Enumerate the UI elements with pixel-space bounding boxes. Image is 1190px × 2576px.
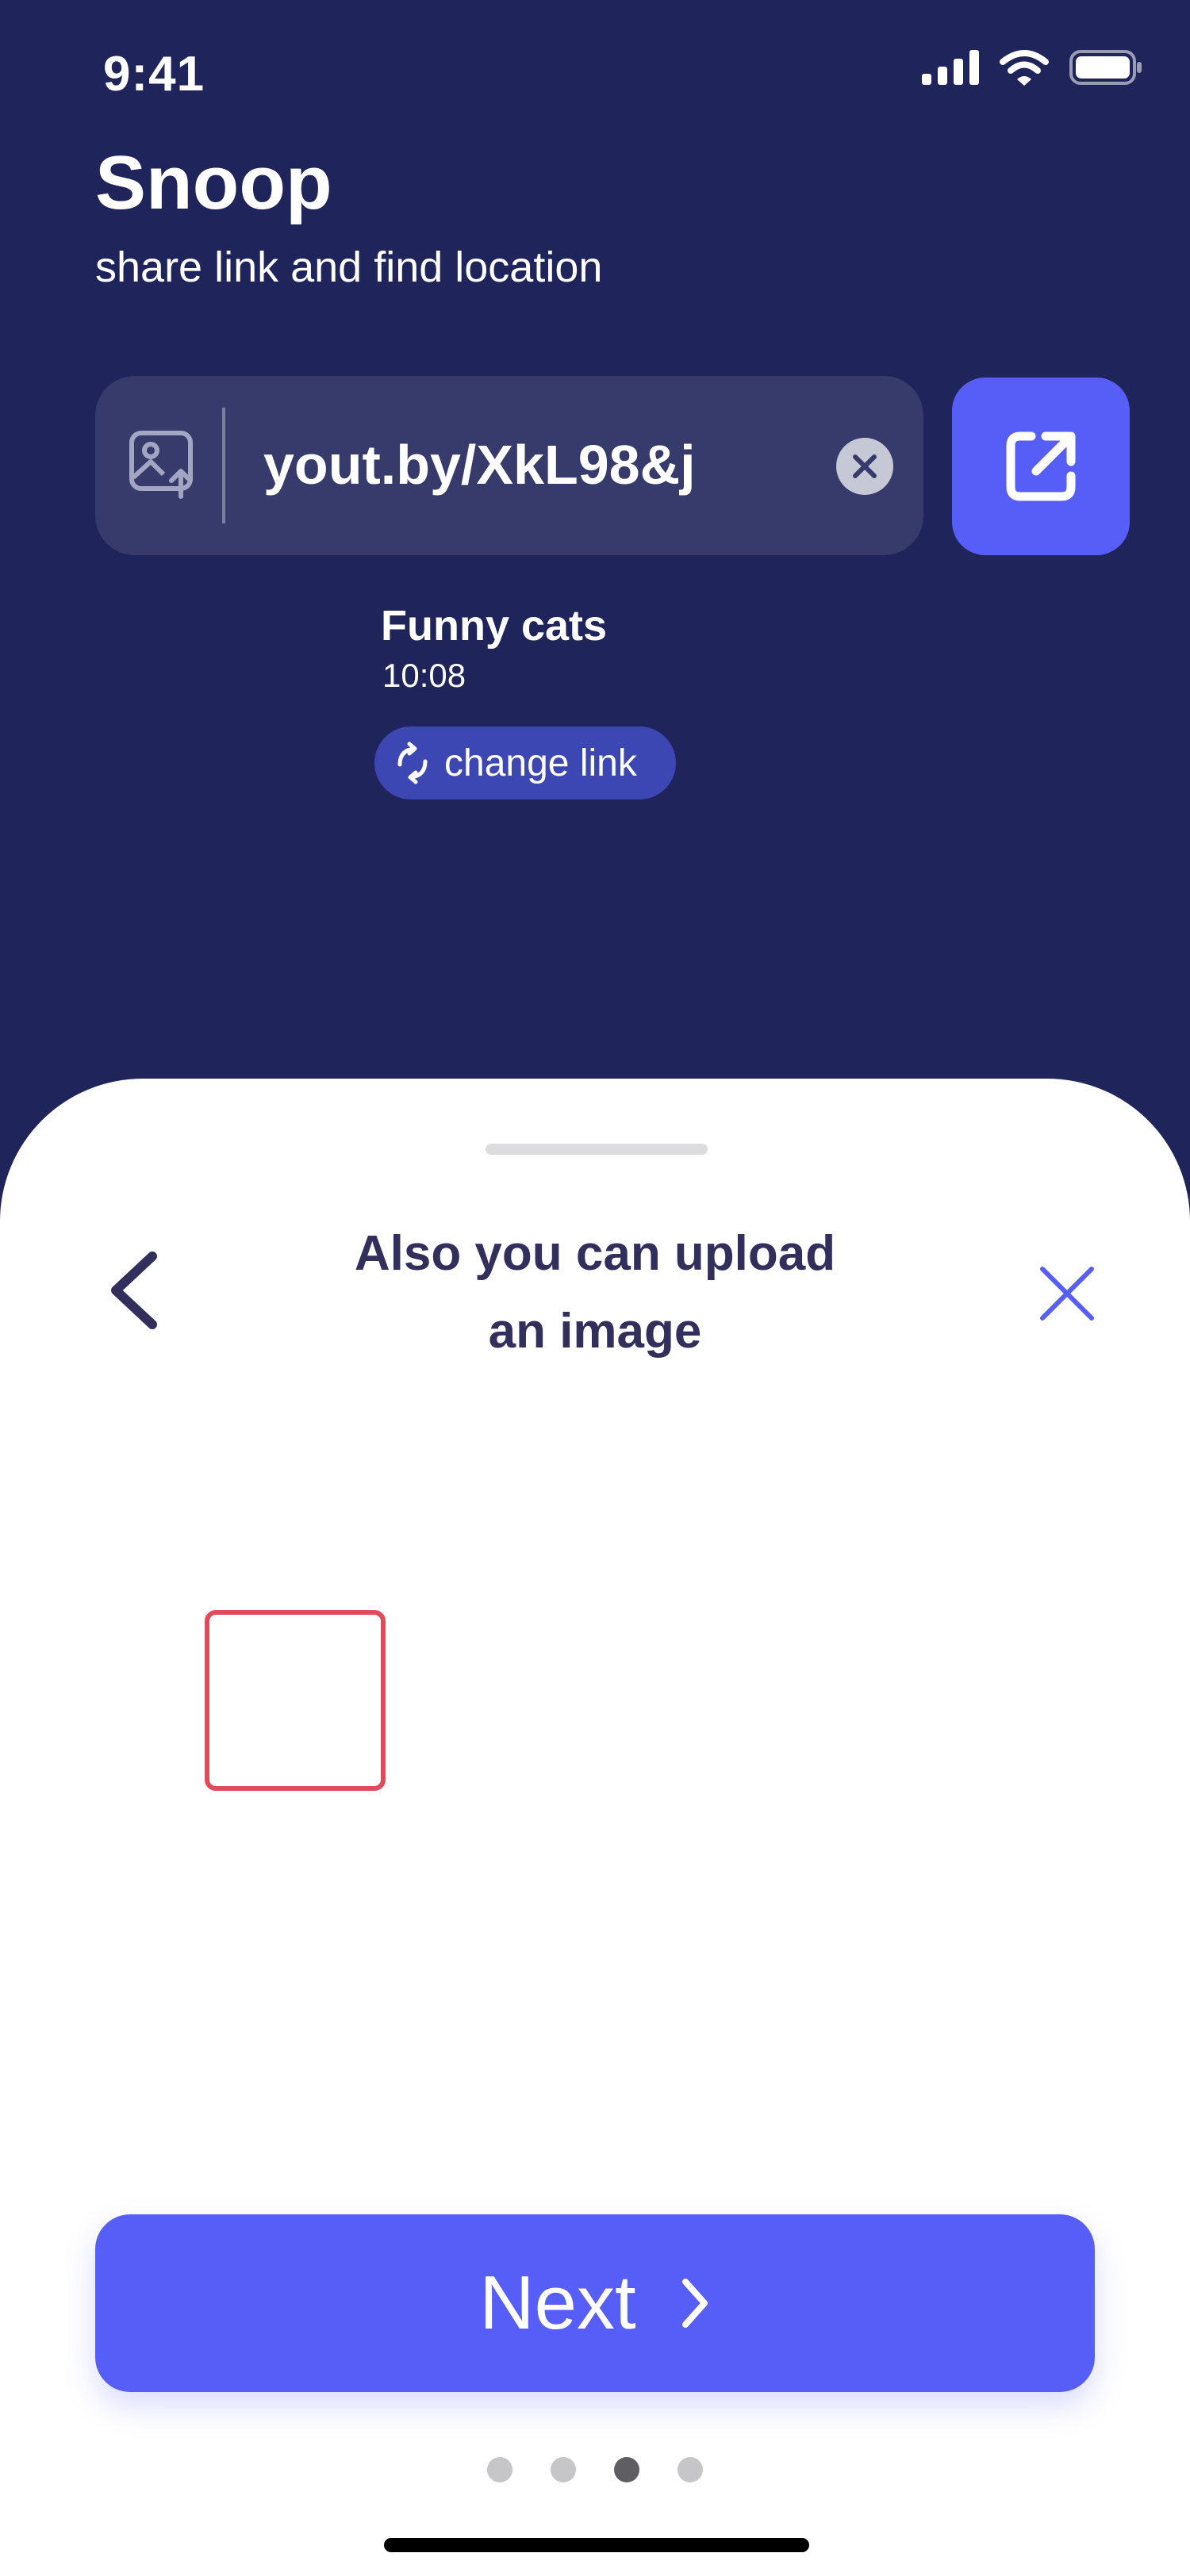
status-time: 9:41 xyxy=(103,47,205,102)
open-link-button[interactable] xyxy=(952,378,1130,555)
field-divider xyxy=(222,408,225,523)
pagination-dot xyxy=(551,2457,576,2482)
chevron-left-icon xyxy=(111,1252,157,1329)
external-link-icon xyxy=(1006,431,1076,501)
pagination-dot xyxy=(614,2457,639,2482)
clear-button[interactable] xyxy=(836,438,893,495)
image-upload-area[interactable] xyxy=(205,1610,386,1791)
refresh-icon xyxy=(397,742,428,784)
screen: 9:41 Snoop share link and find location xyxy=(0,0,1190,2576)
cellular-signal-icon xyxy=(922,50,979,85)
change-link-label: change link xyxy=(444,742,637,784)
pagination-dots xyxy=(487,2457,703,2482)
next-button[interactable]: Next xyxy=(95,2214,1095,2392)
image-upload-icon[interactable] xyxy=(127,428,198,500)
status-icons xyxy=(922,49,1142,86)
sheet-title-line-2: an image xyxy=(488,1304,702,1359)
pagination-dot xyxy=(487,2457,512,2482)
app-subtitle: share link and find location xyxy=(95,243,603,291)
app-title: Snoop xyxy=(95,140,332,225)
video-title: Funny cats xyxy=(381,602,608,650)
home-indicator xyxy=(384,2538,809,2552)
sheet-title-line-1: Also you can upload xyxy=(354,1226,836,1281)
close-icon xyxy=(1040,1267,1094,1321)
pagination-dot xyxy=(678,2457,703,2482)
sheet-title: Also you can upload an image xyxy=(278,1215,912,1370)
link-input-field[interactable]: yout.by/XkL98&j xyxy=(95,376,923,555)
sheet-drag-handle[interactable] xyxy=(486,1144,708,1155)
change-link-button[interactable]: change link xyxy=(374,726,676,799)
wifi-icon xyxy=(1000,50,1049,86)
clear-icon xyxy=(853,454,877,478)
next-label: Next xyxy=(479,2260,636,2345)
link-value[interactable]: yout.by/XkL98&j xyxy=(263,433,696,496)
close-button[interactable] xyxy=(1031,1258,1103,1329)
battery-icon xyxy=(1069,50,1142,85)
bottom-sheet: Also you can upload an image Next xyxy=(0,1079,1190,2576)
video-time: 10:08 xyxy=(382,657,466,694)
chevron-right-icon xyxy=(681,2279,708,2328)
back-button[interactable] xyxy=(103,1247,167,1334)
